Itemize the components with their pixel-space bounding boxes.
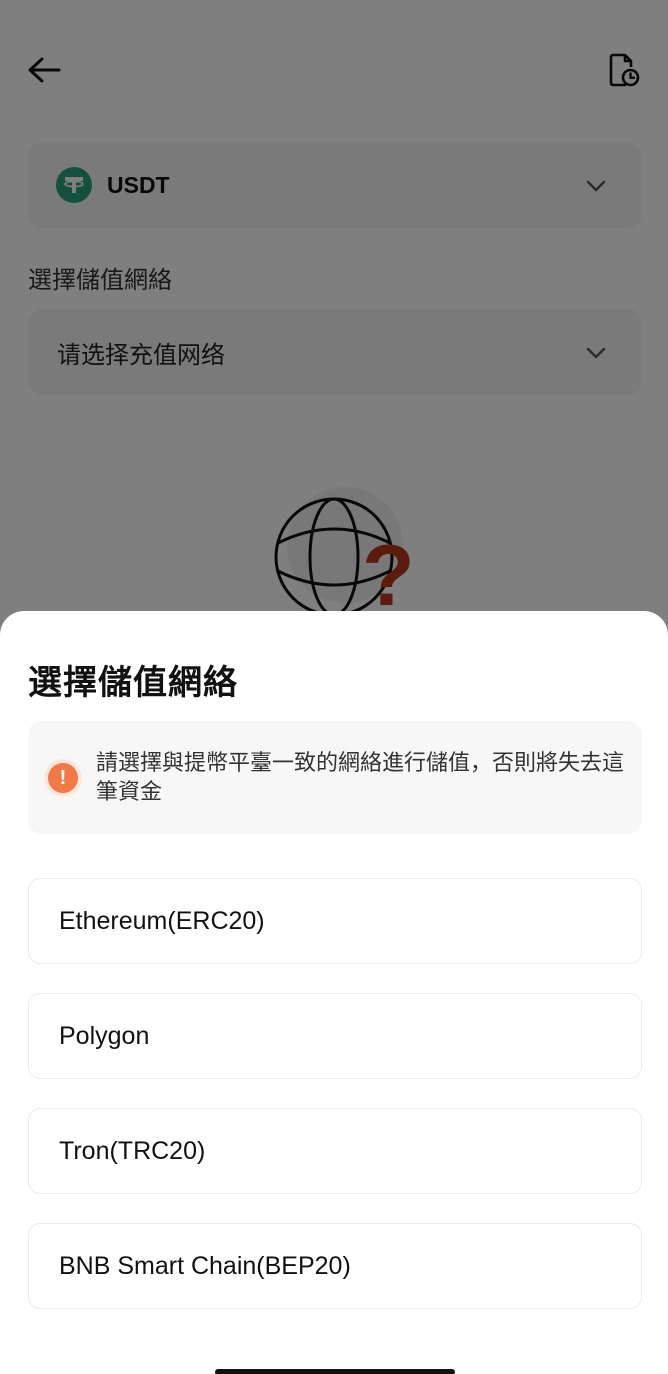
network-list: Ethereum(ERC20) Polygon Tron(TRC20) BNB … bbox=[28, 878, 642, 1338]
exclamation-icon: ! bbox=[44, 759, 82, 797]
network-option-polygon[interactable]: Polygon bbox=[28, 993, 642, 1079]
sheet-title: 選擇儲值網絡 bbox=[28, 663, 238, 703]
network-bottom-sheet: 選擇儲值網絡 ! 請選擇與提幣平臺一致的網絡進行儲值，否則將失去這筆資金 Eth… bbox=[0, 611, 668, 1374]
network-option-ethereum[interactable]: Ethereum(ERC20) bbox=[28, 878, 642, 964]
network-option-label: BNB Smart Chain(BEP20) bbox=[59, 1251, 351, 1280]
home-indicator bbox=[215, 1369, 455, 1374]
network-option-tron[interactable]: Tron(TRC20) bbox=[28, 1108, 642, 1194]
network-option-label: Polygon bbox=[59, 1021, 150, 1050]
warning-text: 請選擇與提幣平臺一致的網絡進行儲值，否則將失去這筆資金 bbox=[96, 751, 625, 805]
network-option-bnb[interactable]: BNB Smart Chain(BEP20) bbox=[28, 1223, 642, 1309]
network-option-label: Tron(TRC20) bbox=[59, 1136, 206, 1165]
network-option-label: Ethereum(ERC20) bbox=[59, 906, 265, 935]
warning-notice: ! 請選擇與提幣平臺一致的網絡進行儲值，否則將失去這筆資金 bbox=[28, 721, 642, 834]
